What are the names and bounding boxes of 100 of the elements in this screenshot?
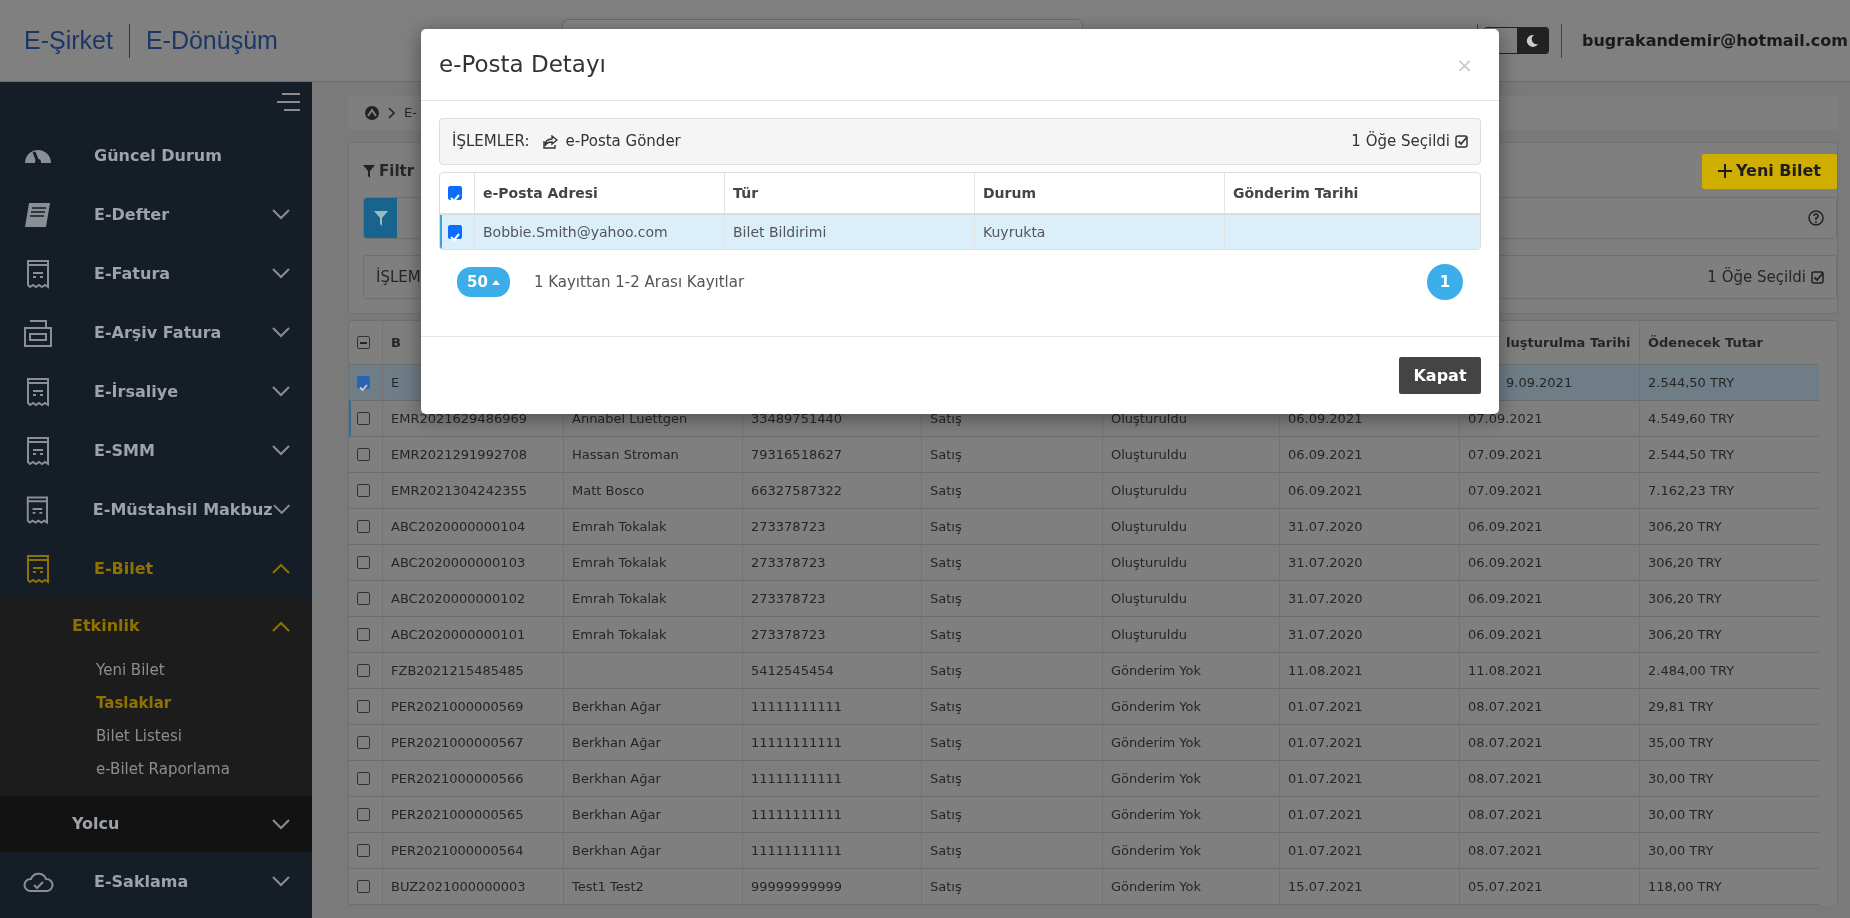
table-cell-text: 273378723 bbox=[751, 517, 826, 536]
sidebar-item[interactable]: E-İrsaliye bbox=[0, 362, 312, 421]
table-cell-text: 01.07.2021 bbox=[1288, 769, 1363, 788]
table-cell-text: 11111111111 bbox=[751, 841, 842, 860]
new-ticket-button[interactable]: Yeni Bilet bbox=[1701, 153, 1837, 189]
table-cell-text: Gönderim Yok bbox=[1111, 661, 1201, 680]
menu-icon[interactable] bbox=[276, 92, 302, 114]
close-modal-button[interactable]: Kapat bbox=[1399, 357, 1481, 394]
record-summary: 1 Kayıttan 1-2 Arası Kayıtlar bbox=[533, 271, 745, 293]
table-cell-text: PER2021000000567 bbox=[391, 733, 524, 752]
table-cell-text: ABC2020000000101 bbox=[391, 625, 526, 644]
table-cell-text: 4.549,60 TRY bbox=[1648, 409, 1735, 428]
row-checkbox[interactable] bbox=[357, 700, 370, 713]
help-icon[interactable] bbox=[1808, 210, 1824, 226]
table-cell-text: 05.07.2021 bbox=[1468, 877, 1543, 896]
chevron-down-icon[interactable] bbox=[272, 818, 290, 830]
header-checkbox[interactable] bbox=[357, 336, 370, 349]
table-cell-text: 2.544,50 TRY bbox=[1648, 373, 1735, 392]
chevron-down-icon[interactable] bbox=[272, 209, 290, 220]
column-header: Gönderim Tarihi bbox=[1233, 183, 1359, 203]
table-cell-text: Annabel Luettgen bbox=[572, 409, 688, 428]
table-cell-text: Oluşturuldu bbox=[1111, 481, 1187, 500]
table-cell-text: 11.08.2021 bbox=[1288, 661, 1363, 680]
row-checkbox[interactable] bbox=[357, 556, 370, 569]
table-cell-text: EMR2021304242355 bbox=[391, 481, 527, 500]
table-cell-text: 01.07.2021 bbox=[1288, 733, 1363, 752]
send-email-button[interactable]: e-Posta Gönder bbox=[541, 129, 682, 154]
table-cell-text: Satış bbox=[930, 805, 962, 824]
share-icon bbox=[542, 134, 558, 149]
sidebar-item[interactable]: E-Arşiv Fatura bbox=[0, 303, 312, 362]
sidebar-item[interactable]: E-Müstahsil Makbuz bbox=[0, 480, 312, 539]
chevron-down-icon[interactable] bbox=[272, 445, 290, 456]
row-checkbox[interactable] bbox=[357, 376, 370, 389]
sidebar-item[interactable]: E-Defter bbox=[0, 185, 312, 244]
filter-button[interactable] bbox=[364, 198, 397, 238]
table-cell-text: Berkhan Ağar bbox=[572, 733, 661, 752]
table-cell-text: 11111111111 bbox=[751, 697, 842, 716]
header-checkbox[interactable] bbox=[448, 186, 462, 200]
table-cell-text: 30,00 TRY bbox=[1648, 841, 1714, 860]
chevron-down-icon[interactable] bbox=[272, 504, 290, 515]
table-cell-text: PER2021000000566 bbox=[391, 769, 524, 788]
sidebar-item[interactable]: Etkinlik bbox=[0, 598, 312, 654]
row-checkbox[interactable] bbox=[357, 772, 370, 785]
chevron-down-icon[interactable] bbox=[272, 386, 290, 397]
table-cell-text: 06.09.2021 bbox=[1468, 589, 1543, 608]
row-checkbox[interactable] bbox=[357, 844, 370, 857]
sidebar-item[interactable]: E-SMM bbox=[0, 421, 312, 480]
selection-count: 1 Öğe Seçildi bbox=[1707, 266, 1806, 288]
table-cell-text: 31.07.2020 bbox=[1288, 589, 1363, 608]
table-cell-text: 66327587322 bbox=[751, 481, 842, 500]
table-cell-text: 29,81 TRY bbox=[1648, 697, 1714, 716]
row-checkbox[interactable] bbox=[357, 448, 370, 461]
submenu-link[interactable]: Bilet Listesi bbox=[0, 720, 182, 753]
breadcrumb-link[interactable]: E- bbox=[404, 103, 417, 123]
user-email[interactable]: bugrakandemir@hotmail.com bbox=[1582, 28, 1848, 53]
table-cell-text: Satış bbox=[930, 733, 962, 752]
submenu-link[interactable]: Taslaklar bbox=[0, 687, 172, 720]
row-checkbox[interactable] bbox=[448, 225, 462, 239]
row-checkbox[interactable] bbox=[357, 412, 370, 425]
table-cell-text: Bobbie.Smith@yahoo.com bbox=[483, 222, 668, 242]
row-checkbox[interactable] bbox=[357, 880, 370, 893]
sidebar-item[interactable]: Yolcu bbox=[0, 796, 312, 852]
table-cell-text: Matt Bosco bbox=[572, 481, 645, 500]
sidebar-item[interactable]: Güncel Durum bbox=[0, 126, 312, 185]
row-checkbox[interactable] bbox=[357, 592, 370, 605]
table-cell-text: Oluşturuldu bbox=[1111, 589, 1187, 608]
sidebar-item[interactable]: E-Saklama bbox=[0, 852, 312, 911]
table-cell-text: Oluşturuldu bbox=[1111, 553, 1187, 572]
row-checkbox[interactable] bbox=[357, 520, 370, 533]
chevron-up-icon[interactable] bbox=[272, 620, 290, 632]
row-checkbox[interactable] bbox=[357, 484, 370, 497]
caret-up-icon bbox=[491, 279, 500, 285]
table-cell-text: 306,20 TRY bbox=[1648, 625, 1722, 644]
row-checkbox[interactable] bbox=[357, 736, 370, 749]
table-cell-text: 08.07.2021 bbox=[1468, 841, 1543, 860]
chevron-down-icon[interactable] bbox=[272, 268, 290, 279]
table-cell-text: 33489751440 bbox=[751, 409, 842, 428]
table-cell-text: Berkhan Ağar bbox=[572, 769, 661, 788]
column-header: luşturulma Tarihi bbox=[1506, 333, 1631, 352]
table-cell-text: E bbox=[391, 373, 400, 392]
sidebar-item[interactable]: E-Fatura bbox=[0, 244, 312, 303]
table-cell-text: 79316518627 bbox=[751, 445, 842, 464]
row-checkbox[interactable] bbox=[357, 664, 370, 677]
table-cell-text: Satış bbox=[930, 517, 962, 536]
table-cell-text: Satış bbox=[930, 445, 962, 464]
chevron-down-icon[interactable] bbox=[272, 327, 290, 338]
modal-title: e-Posta Detayı bbox=[439, 50, 606, 80]
submenu-link[interactable]: Yeni Bilet bbox=[0, 654, 165, 687]
chevron-down-icon[interactable] bbox=[272, 876, 290, 887]
table-cell-text: ABC2020000000104 bbox=[391, 517, 526, 536]
table-cell-text: PER2021000000564 bbox=[391, 841, 524, 860]
table-cell-text: 08.07.2021 bbox=[1468, 733, 1543, 752]
table-cell-text: Oluşturuldu bbox=[1111, 625, 1187, 644]
sidebar-item[interactable]: E-Bilet bbox=[0, 539, 312, 598]
chevron-up-icon[interactable] bbox=[272, 563, 290, 574]
table-cell-text: Oluşturuldu bbox=[1111, 445, 1187, 464]
submenu-link[interactable]: e-Bilet Raporlama bbox=[0, 753, 230, 786]
row-checkbox[interactable] bbox=[357, 808, 370, 821]
table-cell-text: Satış bbox=[930, 553, 962, 572]
row-checkbox[interactable] bbox=[357, 628, 370, 641]
